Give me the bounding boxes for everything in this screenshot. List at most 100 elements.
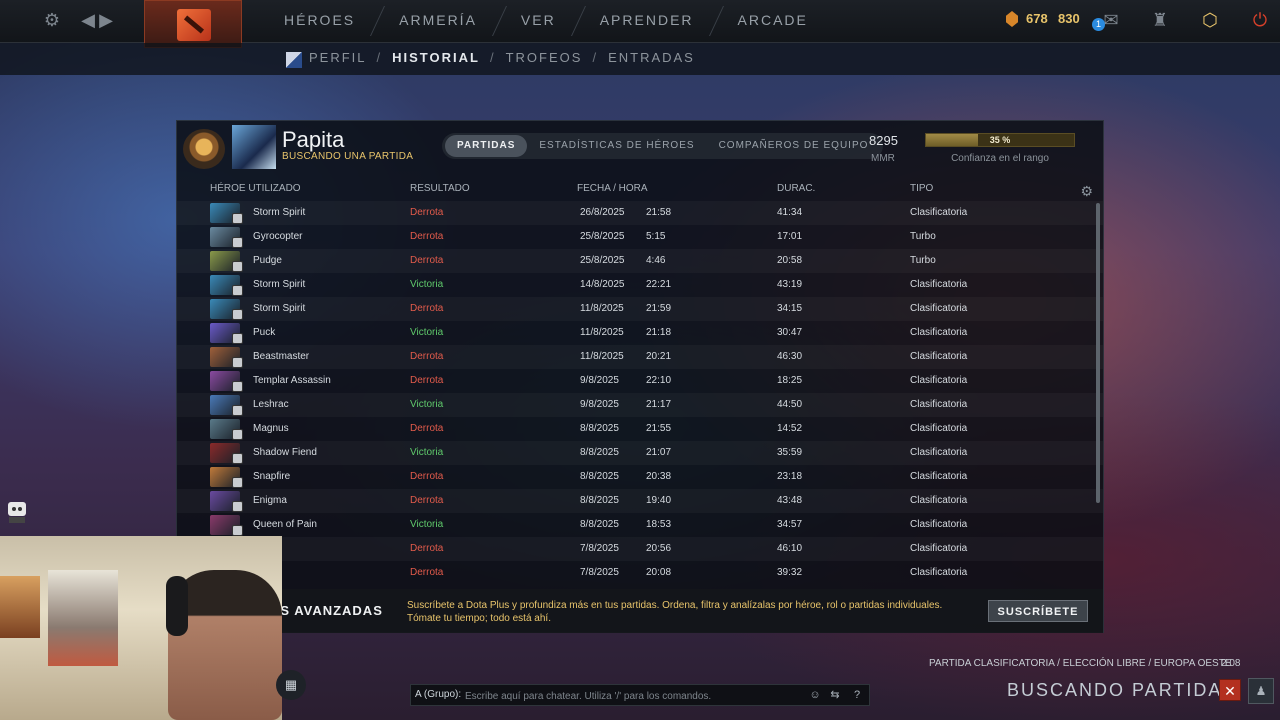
notification-badge: 1 [1092, 18, 1105, 31]
match-duration: 30:47 [777, 327, 803, 338]
table-header: HÉROE UTILIZADO RESULTADO FECHA / HORA D… [177, 179, 1103, 199]
dota-logo-icon [177, 9, 211, 41]
match-duration: 23:18 [777, 471, 803, 482]
cancel-search-button[interactable]: ✕ [1219, 679, 1241, 701]
table-settings-gear-icon[interactable]: ⚙ [1080, 183, 1093, 200]
match-duration: 46:10 [777, 543, 803, 554]
shard-currency-icon [1006, 11, 1018, 27]
table-row[interactable]: Beastmaster Derrota 11/8/2025 20:21 46:30 Cla… [177, 345, 1103, 369]
hero-portrait-icon [210, 323, 243, 344]
hero-portrait-icon [210, 347, 243, 368]
match-time: 20:56 [646, 543, 672, 554]
match-type: Clasificatoria [910, 519, 968, 530]
chat-wheel-icon[interactable]: ⇆ [827, 687, 843, 703]
subnav-history[interactable]: HISTORIAL [392, 50, 480, 65]
match-result: Victoria [410, 519, 444, 530]
confidence-bar: 35 % [925, 133, 1075, 147]
tab-matches[interactable]: PARTIDAS [445, 135, 528, 157]
nav-heroes[interactable]: HÉROES [262, 0, 377, 42]
dota-logo-button[interactable] [144, 0, 242, 48]
match-type: Clasificatoria [910, 279, 968, 290]
table-row[interactable]: Puck Victoria 11/8/2025 21:18 30:47 Clasifica… [177, 321, 1103, 345]
subscribe-button[interactable]: SUSCRÍBETE [988, 600, 1088, 622]
party-grid-icon[interactable]: ▦ [276, 670, 306, 700]
header-date[interactable]: FECHA / HORA [577, 183, 648, 194]
nav-watch[interactable]: VER [499, 0, 578, 42]
nav-arcade[interactable]: ARCADE [716, 0, 830, 42]
party-icon[interactable]: ♟ [1248, 678, 1274, 704]
match-date: 25/8/2025 [580, 255, 625, 266]
match-time: 20:08 [646, 567, 672, 578]
hero-portrait-icon [210, 275, 243, 296]
table-row[interactable]: Snapfire Derrota 8/8/2025 20:38 23:18 Clasifi… [177, 465, 1103, 489]
hero-name: Shadow Fiend [253, 447, 317, 458]
profile-flag-icon [286, 52, 302, 68]
match-history-panel: Papita BUSCANDO UNA PARTIDA PARTIDAS EST… [176, 120, 1104, 633]
match-date: 8/8/2025 [580, 423, 619, 434]
header-result[interactable]: RESULTADO [410, 183, 470, 194]
chat-input[interactable] [463, 687, 807, 705]
table-row[interactable]: Queen of Pain Victoria 8/8/2025 18:53 34:57 C… [177, 513, 1103, 537]
avatar[interactable] [232, 125, 276, 169]
header-duration[interactable]: DURAC. [777, 183, 815, 194]
match-type: Clasificatoria [910, 327, 968, 338]
dota-plus-icon[interactable]: ⬡ [1200, 10, 1220, 30]
match-duration: 44:50 [777, 399, 803, 410]
subnav-profile[interactable]: PERFIL [309, 50, 367, 65]
tab-hero-stats[interactable]: ESTADÍSTICAS DE HÉROES [527, 135, 706, 157]
match-date: 11/8/2025 [580, 327, 624, 338]
chat-bar: A (Grupo): ☺ ⇆ ? [410, 684, 870, 706]
match-duration: 46:30 [777, 351, 803, 362]
table-row[interactable]: Magnus Derrota 8/8/2025 21:55 14:52 Clasifica… [177, 417, 1103, 441]
queue-timer: 2:08 [1221, 658, 1241, 669]
header-hero[interactable]: HÉROE UTILIZADO [210, 183, 301, 194]
table-row[interactable]: Storm Spirit Victoria 14/8/2025 22:21 43:19 C… [177, 273, 1103, 297]
match-duration: 41:34 [777, 207, 803, 218]
match-time: 18:53 [646, 519, 672, 530]
match-date: 9/8/2025 [580, 375, 619, 386]
match-type: Clasificatoria [910, 303, 968, 314]
table-row[interactable]: Gyrocopter Derrota 25/8/2025 5:15 17:01 Turbo [177, 225, 1103, 249]
table-row[interactable]: Shadow Fiend Victoria 8/8/2025 21:07 35:59 Cl… [177, 441, 1103, 465]
hero-name: Storm Spirit [253, 279, 306, 290]
hero-name: Templar Assassin [253, 375, 331, 386]
table-row[interactable]: cDerrota7/8/202520:0839:32Clasificatoria [177, 561, 1103, 585]
subnav-tickets[interactable]: ENTRADAS [608, 50, 695, 65]
match-duration: 43:19 [777, 279, 803, 290]
table-row[interactable]: Templar Assassin Derrota 9/8/2025 22:10 18:2… [177, 369, 1103, 393]
table-row[interactable]: Storm Spirit Derrota 26/8/2025 21:58 41:34 Cl… [177, 201, 1103, 225]
settings-gear-icon[interactable]: ⚙ [42, 10, 62, 30]
main-nav: HÉROES ARMERÍA VER APRENDER ARCADE [262, 0, 830, 42]
table-row[interactable]: Storm Spirit Derrota 11/8/2025 21:59 34:15 Cl… [177, 297, 1103, 321]
trophy-icon[interactable]: ♜ [1150, 10, 1170, 30]
tab-teammates[interactable]: COMPAÑEROS DE EQUIPO [707, 135, 881, 157]
scrollbar[interactable] [1096, 203, 1100, 503]
hero-name: Pudge [253, 255, 282, 266]
table-row[interactable]: Leshrac Victoria 9/8/2025 21:17 44:50 Clasifi… [177, 393, 1103, 417]
match-list: Storm Spirit Derrota 26/8/2025 21:58 41:34 Cl… [177, 201, 1103, 587]
back-arrow-icon[interactable]: ◀ [78, 10, 98, 30]
table-row[interactable]: Enigma Derrota 8/8/2025 19:40 43:48 Clasifica… [177, 489, 1103, 513]
power-icon[interactable]: ⏻ [1250, 10, 1270, 30]
help-icon[interactable]: ? [849, 687, 865, 703]
subnav-trophies[interactable]: TROFEOS [506, 50, 583, 65]
header-type[interactable]: TIPO [910, 183, 933, 194]
match-time: 22:10 [646, 375, 672, 386]
match-type: Turbo [910, 255, 936, 266]
forward-arrow-icon[interactable]: ▶ [96, 10, 116, 30]
headphones [166, 576, 188, 636]
match-time: 20:21 [646, 351, 672, 362]
table-row[interactable]: Pudge Derrota 25/8/2025 4:46 20:58 Turbo [177, 249, 1103, 273]
match-time: 21:17 [646, 399, 672, 410]
match-result: Derrota [410, 351, 444, 362]
emoji-icon[interactable]: ☺ [807, 687, 823, 703]
match-date: 8/8/2025 [580, 495, 619, 506]
table-row[interactable]: Derrota 7/8/2025 20:56 46:10 Clasificatoria [177, 537, 1103, 561]
nav-learn[interactable]: APRENDER [578, 0, 716, 42]
match-result: Derrota [410, 255, 444, 266]
hero-name: Queen of Pain [253, 519, 317, 530]
nav-armory[interactable]: ARMERÍA [377, 0, 499, 42]
promo-text: Suscríbete a Dota Plus y profundiza más … [407, 600, 943, 624]
mmr-label: MMR [871, 153, 895, 164]
match-duration: 39:32 [777, 567, 803, 578]
